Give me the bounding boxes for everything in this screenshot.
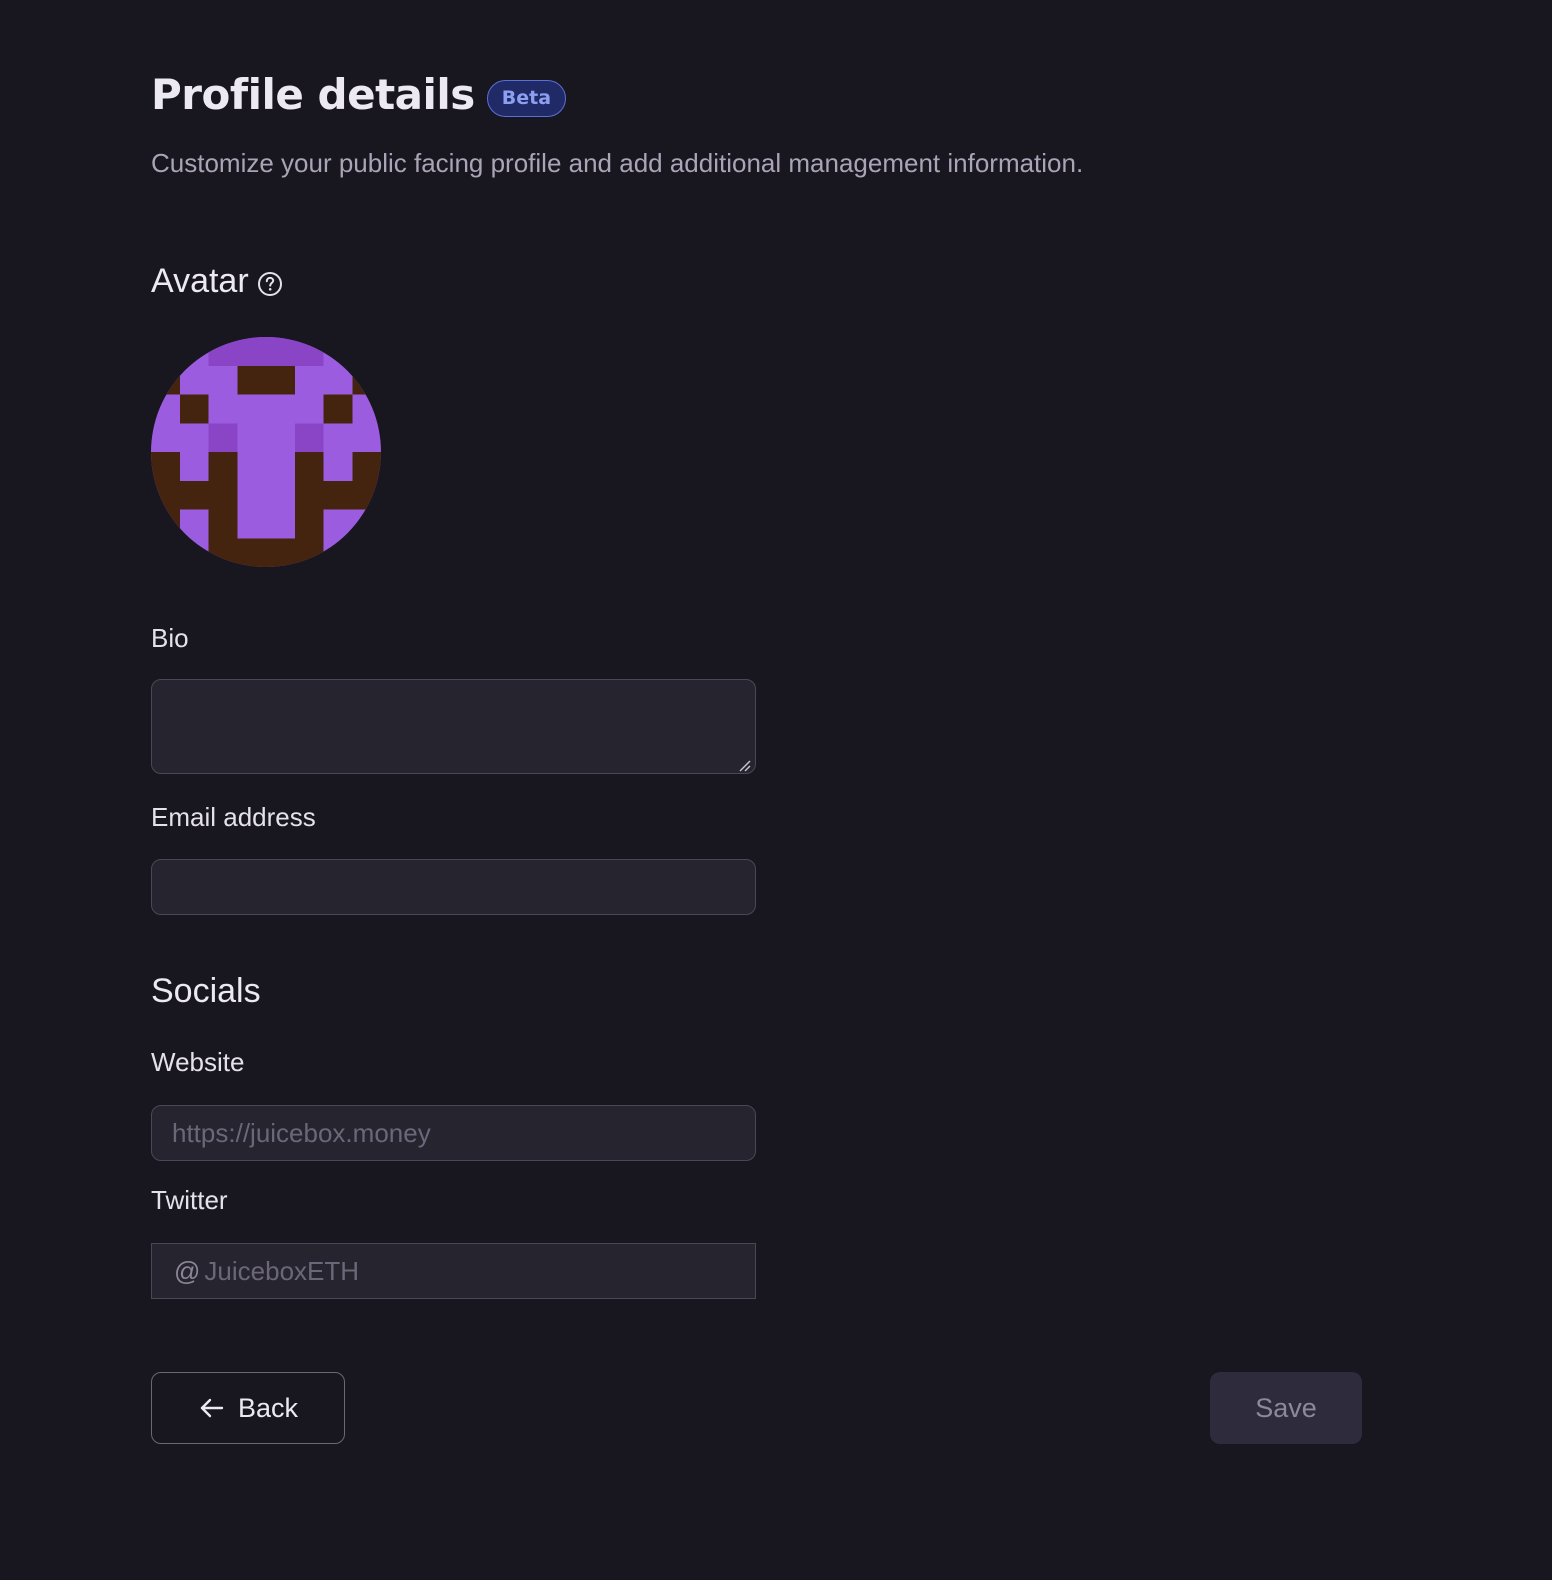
- page-subtitle: Customize your public facing profile and…: [151, 148, 1084, 178]
- website-label: Website: [151, 1047, 245, 1077]
- twitter-input[interactable]: [204, 1244, 755, 1298]
- avatar-eye-right: [323, 394, 353, 424]
- twitter-field[interactable]: @: [151, 1243, 756, 1299]
- avatar-bottom-row: [208, 538, 324, 567]
- socials-heading: Socials: [151, 972, 261, 1010]
- back-button-label: Back: [237, 1392, 299, 1423]
- bio-textarea[interactable]: [151, 679, 756, 774]
- avatar-pixel-right-edge: [352, 452, 381, 510]
- avatar-leg-right: [294, 452, 324, 539]
- avatar-foot-row-left: [179, 480, 209, 510]
- arrow-left-icon: [200, 1398, 224, 1418]
- avatar-foot-row-right: [323, 480, 353, 510]
- beta-badge: Beta: [486, 80, 567, 117]
- twitter-label: Twitter: [151, 1185, 228, 1215]
- email-label: Email address: [151, 802, 316, 832]
- save-button[interactable]: Save: [1210, 1372, 1362, 1444]
- avatar-heading: Avatar: [151, 262, 283, 301]
- bio-label: Bio: [151, 623, 189, 653]
- avatar-pixel-right-edge-top: [352, 365, 381, 395]
- question-circle-icon[interactable]: [257, 271, 283, 297]
- twitter-at-prefix: @: [174, 1255, 201, 1286]
- avatar-pixel-left-edge-top: [151, 365, 180, 395]
- website-input[interactable]: [151, 1105, 756, 1161]
- avatar-pixel-left-edge: [151, 452, 180, 567]
- avatar-leg-left: [208, 452, 238, 539]
- avatar-heading-label: Avatar: [151, 262, 249, 300]
- resize-grip-icon[interactable]: [738, 760, 752, 772]
- page-header: Profile details Beta: [151, 70, 567, 119]
- avatar-pixel-art: [151, 337, 381, 567]
- email-field[interactable]: [151, 859, 756, 915]
- avatar-top-band: [208, 337, 324, 366]
- page-title: Profile details: [151, 70, 475, 119]
- profile-details-page: Profile details Beta Customize your publ…: [0, 0, 1552, 1580]
- avatar-crown-block: [237, 365, 295, 395]
- back-button[interactable]: Back: [151, 1372, 345, 1444]
- avatar-eye-left: [179, 394, 209, 424]
- avatar-cheek-left: [208, 423, 238, 452]
- avatar-cheek-right: [294, 423, 324, 452]
- avatar[interactable]: [151, 337, 381, 567]
